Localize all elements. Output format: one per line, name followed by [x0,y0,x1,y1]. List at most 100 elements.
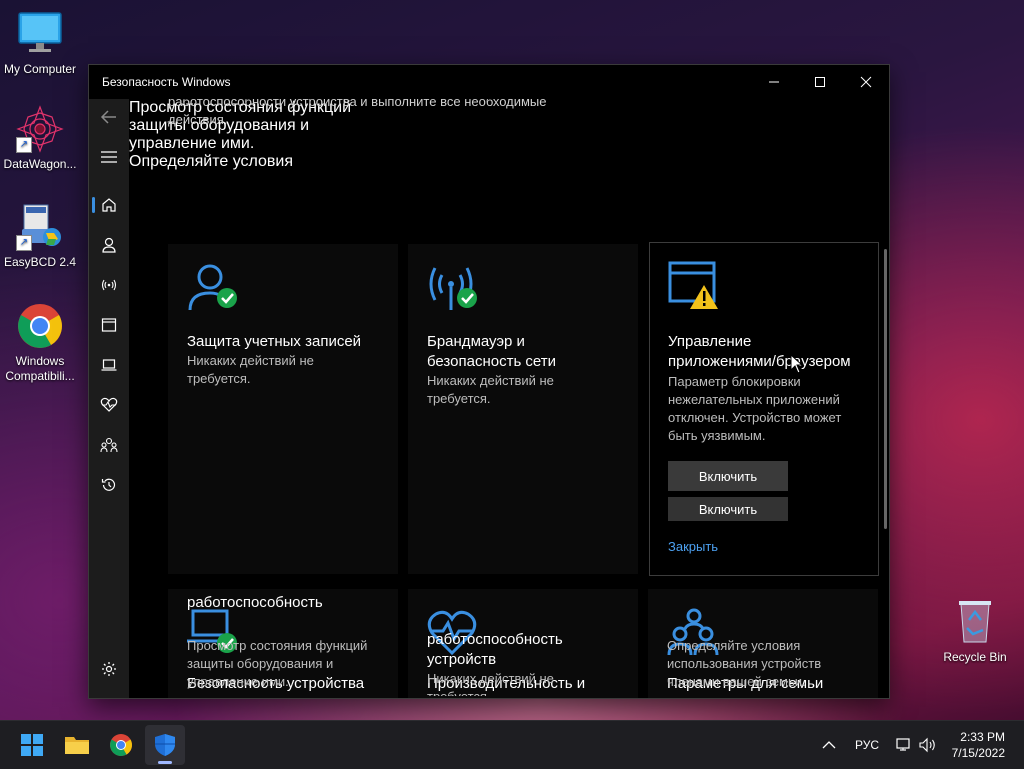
card-title: безопасность сети [427,353,557,370]
card-desc: требуется. [427,688,491,696]
card-title: Защита учетных записей [187,333,362,350]
clock-date: 7/15/2022 [951,746,1005,760]
clock-time: 2:33 PM [960,730,1005,744]
desktop-icon-windows-compatibility[interactable]: Windows Compatibili... [0,302,80,384]
chevron-up-icon [822,741,836,749]
card-desc: быть уязвимым. [668,428,766,443]
clock[interactable]: 2:33 PM 7/15/2022 [952,729,1005,761]
shield-icon [155,734,175,756]
nav-settings[interactable] [89,651,129,687]
card-desc: нежелательных приложений [668,392,840,407]
card-title: работоспособность [187,594,323,611]
show-hidden-icons-button[interactable] [822,721,836,769]
shortcut-arrow-icon: ↗ [16,137,32,153]
antenna-icon [101,279,117,291]
card-desc: требуется. [427,391,491,406]
volume-icon[interactable] [918,721,938,769]
taskbar-windows-security[interactable] [145,725,185,765]
scrollbar[interactable] [884,249,887,529]
desktop-icon-label: EasyBCD 2.4 [3,255,77,269]
card-desc: Никаких действий не [187,353,314,368]
laptop-icon [101,359,117,371]
desktop-icon-datawagon[interactable]: ↗ DataWagon... [0,105,80,172]
turn-on-button-ghost: Включить [668,497,788,521]
card-desc: Просмотр состояния функций [187,638,368,653]
desktop-icon-label: Recycle Bin [943,650,1007,664]
desktop-icon-my-computer[interactable]: My Computer [0,10,80,77]
desktop-icon-recycle-bin[interactable]: Recycle Bin [935,598,1015,665]
card-desc: использования устройств [667,656,822,671]
folder-icon [65,737,89,754]
shortcut-arrow-icon: ↗ [16,235,32,251]
nav-firewall[interactable] [89,267,129,303]
nav-protection-history[interactable] [89,467,129,503]
card-app-browser-control[interactable]: Управление приложениями/браузером Параме… [649,242,879,576]
settings-icon [102,662,116,676]
intro-line: действия. [168,112,228,127]
card-desc: Определяйте условия [667,638,801,653]
desktop-icon-label: DataWagon... [3,157,77,171]
card-desc: Определяйте условия [129,153,294,170]
maximize-button[interactable] [797,65,843,99]
start-button[interactable] [12,725,52,765]
language-indicator[interactable]: РУС [855,721,879,769]
intro-line: работоспособности устройства и выполните… [168,99,547,109]
nav-app-browser[interactable] [89,307,129,343]
app-browser-icon [101,318,117,332]
heart-pulse-icon [100,397,118,412]
nav-account-protection[interactable] [89,227,129,263]
nav-device-performance[interactable] [89,387,129,423]
card-desc: Никаких действий не [427,671,554,686]
nav-home[interactable] [89,187,129,223]
family-icon [100,437,118,453]
account-icon [102,237,116,253]
card-desc: Никаких действий не [427,373,554,388]
chrome-icon [110,734,132,756]
monitor-icon [16,10,64,58]
menu-button[interactable] [89,139,129,175]
card-desc: отключен. Устройство может [668,410,842,425]
antenna-ok-icon [427,262,483,314]
history-icon [101,478,116,491]
card-desc: управление ими. [129,135,255,152]
taskbar-file-explorer[interactable] [57,725,97,765]
card-desc: защиты оборудования и [187,656,334,671]
app-browser-warning-icon [668,261,724,313]
navigation-pane [89,99,129,698]
home-icon [102,198,116,212]
title-bar[interactable]: Безопасность Windows [89,65,889,99]
card-title: приложениями/браузером [668,353,851,370]
nav-family-options[interactable] [89,427,129,463]
card-title: Управление [668,333,752,350]
taskbar-chrome[interactable] [101,725,141,765]
nav-device-security[interactable] [89,347,129,383]
card-title: работоспособность [427,631,563,648]
maximize-icon [815,77,825,87]
card-desc: членами вашей семьи. [667,674,806,689]
hamburger-menu-icon [101,151,117,163]
desktop-icon-label: My Computer [3,62,77,76]
card-desc: требуется. [187,371,251,386]
turn-on-button[interactable]: Включить [668,461,788,491]
close-button[interactable] [843,65,889,99]
minimize-icon [769,81,779,83]
datawagon-icon: ↗ [16,105,64,153]
taskbar: РУС 2:33 PM 7/15/2022 [0,720,1024,769]
card-title: Брандмауэр и [427,333,525,350]
recycle-bin-icon [951,598,999,646]
card-firewall[interactable]: Брандмауэр и безопасность сети Никаких д… [408,244,638,574]
card-desc: Параметр блокировки [668,374,801,389]
card-account-protection[interactable]: Защита учетных записей Никаких действий … [168,244,398,574]
minimize-button[interactable] [751,65,797,99]
chrome-icon [16,302,64,350]
card-desc: управление ими. [187,674,289,689]
account-shield-ok-icon [187,262,243,314]
window-title: Безопасность Windows [102,75,231,89]
network-icon[interactable] [894,721,912,769]
back-arrow-icon [100,110,116,124]
dismiss-link[interactable]: Закрыть [668,539,718,554]
back-button[interactable] [89,99,129,135]
desktop-icon-easybcd[interactable]: ↗ EasyBCD 2.4 [0,203,80,270]
close-icon [860,76,872,88]
windows-security-window: Безопасность Windows работоспособности у… [88,64,890,699]
